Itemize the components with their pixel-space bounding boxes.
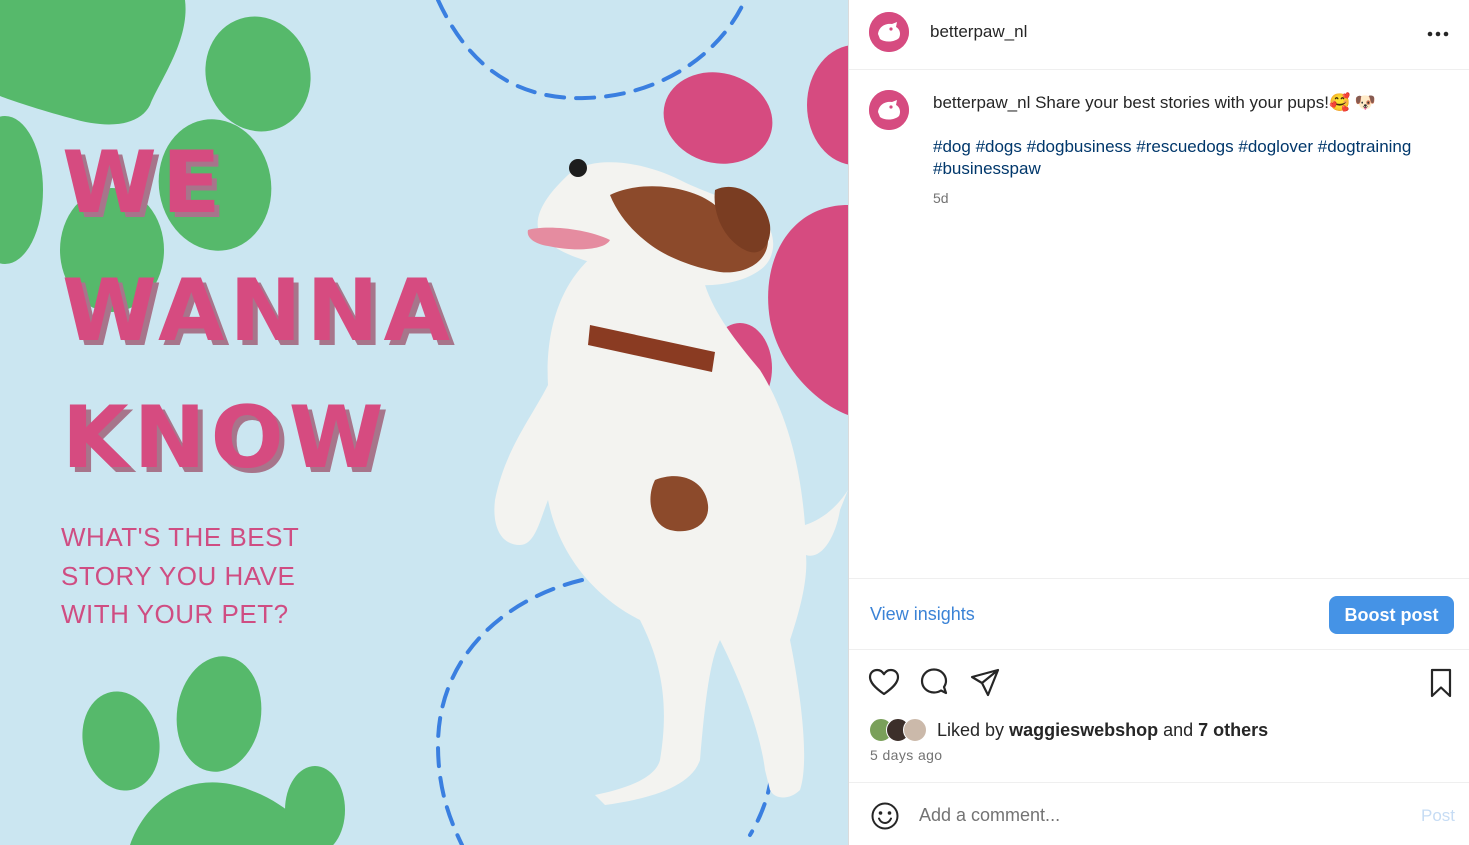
liker-username[interactable]: waggieswebshop xyxy=(1009,720,1158,740)
hashtag-dogtraining[interactable]: #dogtraining xyxy=(1318,137,1412,156)
boost-post-button[interactable]: Boost post xyxy=(1329,596,1454,634)
avatar[interactable] xyxy=(869,12,909,52)
liker-avatar[interactable] xyxy=(903,718,927,742)
view-insights-link[interactable]: View insights xyxy=(870,604,975,625)
post-header: betterpaw_nl xyxy=(849,0,1469,70)
emoji-icon[interactable] xyxy=(870,801,900,831)
comment-input[interactable] xyxy=(919,801,1379,829)
insights-bar: View insights Boost post xyxy=(849,578,1469,650)
comment-icon[interactable] xyxy=(917,666,951,700)
post-image: WE WANNA KNOW WHAT'S THE BEST STORY YOU … xyxy=(0,0,848,845)
hashtag-doglover[interactable]: #doglover xyxy=(1238,137,1313,156)
headline-line-2: WANNA xyxy=(62,261,456,361)
caption-body: Share your best stories with your pups! xyxy=(1035,93,1329,112)
headline-line-3: KNOW xyxy=(62,388,389,488)
caption-username[interactable]: betterpaw_nl xyxy=(933,93,1030,112)
caption-avatar[interactable] xyxy=(869,90,909,130)
hashtag-rescuedogs[interactable]: #rescuedogs xyxy=(1136,137,1233,156)
caption-hashtags: #dog #dogs #dogbusiness #rescuedogs #dog… xyxy=(933,136,1453,180)
dog-logo-icon xyxy=(869,90,909,130)
caption-text: betterpaw_nl Share your best stories wit… xyxy=(933,92,1453,114)
caption-emojis: 🥰 🐶 xyxy=(1328,93,1377,112)
hashtag-dogs[interactable]: #dogs xyxy=(976,137,1022,156)
likes-summary: Liked by waggieswebshop and 7 others xyxy=(937,720,1268,741)
more-horizontal-icon[interactable] xyxy=(1424,20,1452,48)
hashtag-dog[interactable]: #dog xyxy=(933,137,971,156)
likes-others-link[interactable]: 7 others xyxy=(1198,720,1268,740)
likes-prefix: Liked by xyxy=(937,720,1005,740)
headline-line-1: WE xyxy=(62,133,226,233)
hashtag-businesspaw[interactable]: #businesspaw xyxy=(933,159,1041,178)
caption-timestamp[interactable]: 5d xyxy=(933,190,949,206)
action-bar xyxy=(849,660,1469,708)
post-panel: betterpaw_nl betterpaw_nl Share your bes… xyxy=(848,0,1469,845)
share-icon[interactable] xyxy=(968,666,1002,700)
subline-line-1: WHAT'S THE BEST xyxy=(61,522,300,552)
bookmark-icon[interactable] xyxy=(1424,666,1458,700)
post-time-ago[interactable]: 5 days ago xyxy=(870,747,943,763)
header-username[interactable]: betterpaw_nl xyxy=(930,22,1027,42)
likes-and: and xyxy=(1163,720,1194,740)
subline-line-2: STORY YOU HAVE xyxy=(61,561,296,591)
heart-icon[interactable] xyxy=(867,666,901,700)
dog-logo-icon xyxy=(869,12,909,52)
subline-line-3: WITH YOUR PET? xyxy=(61,599,289,629)
post-comment-button[interactable]: Post xyxy=(1421,806,1455,826)
likes-row: Liked by waggieswebshop and 7 others xyxy=(869,716,1459,744)
hashtag-dogbusiness[interactable]: #dogbusiness xyxy=(1027,137,1132,156)
comment-bar: Post xyxy=(849,782,1469,845)
